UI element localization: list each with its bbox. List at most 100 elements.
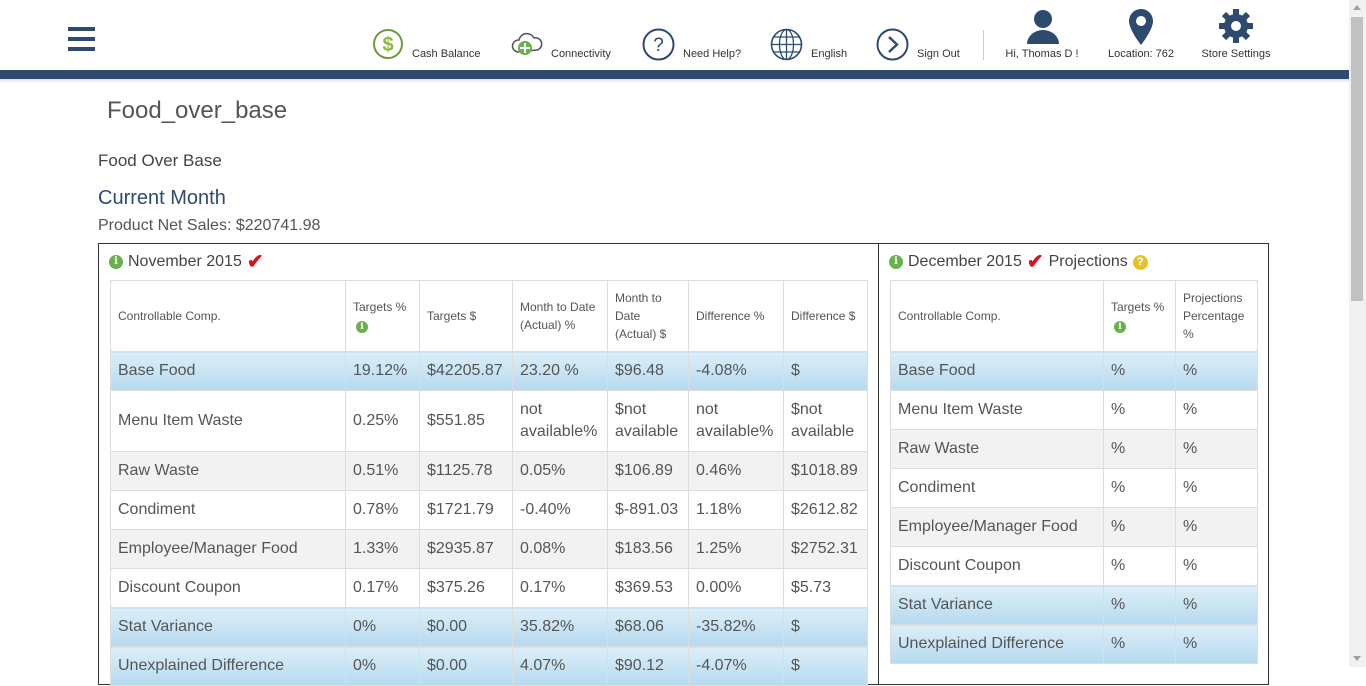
row-label: Discount Coupon bbox=[110, 568, 346, 608]
info-icon[interactable]: i bbox=[889, 255, 903, 269]
info-icon[interactable]: i bbox=[109, 255, 123, 269]
table-cell: % bbox=[1175, 585, 1258, 625]
cash-balance-label: Cash Balance bbox=[412, 48, 481, 60]
store-settings-label: Store Settings bbox=[1201, 48, 1271, 60]
help-button[interactable]: ? Need Help? bbox=[642, 0, 741, 70]
table-cell: $0.00 bbox=[419, 646, 513, 686]
header-shadow bbox=[0, 79, 1349, 83]
table-cell: 0.78% bbox=[345, 490, 420, 530]
food-over-base-table: Controllable Comp. Targets %i Targets $ … bbox=[110, 280, 868, 686]
table-cell: % bbox=[1175, 468, 1258, 508]
projections-panel: i December 2015 ✔ Projections ? Controll… bbox=[878, 243, 1269, 685]
table-row: Base Food%% bbox=[890, 351, 1258, 391]
table-cell: 0.46% bbox=[688, 451, 784, 491]
table-cell: $375.26 bbox=[419, 568, 513, 608]
table-row: Employee/Manager Food%% bbox=[890, 507, 1258, 547]
page-scrollbar[interactable] bbox=[1349, 0, 1366, 667]
svg-text:?: ? bbox=[653, 35, 664, 56]
user-avatar-icon bbox=[1027, 10, 1059, 44]
location-button[interactable]: Location: 762 bbox=[1105, 0, 1177, 70]
table-header-row: Controllable Comp. Targets %i Targets $ … bbox=[110, 280, 868, 352]
table-cell: $369.53 bbox=[607, 568, 689, 608]
table-cell: $not available bbox=[783, 390, 868, 452]
table-cell: $ bbox=[783, 646, 868, 686]
question-icon: ? bbox=[642, 28, 675, 61]
table-cell: $96.48 bbox=[607, 351, 689, 391]
table-cell: $1018.89 bbox=[783, 451, 868, 491]
column-header: Targets $ bbox=[419, 280, 513, 352]
menu-icon[interactable] bbox=[68, 27, 95, 54]
sign-out-label: Sign Out bbox=[917, 48, 960, 60]
panel-title: November 2015 bbox=[128, 253, 242, 270]
current-month-panel: i November 2015 ✔ Controllable Comp. Tar… bbox=[98, 243, 879, 686]
column-header: Month to Date (Actual) % bbox=[512, 280, 608, 352]
cash-balance-button[interactable]: $ Cash Balance bbox=[372, 0, 481, 70]
row-label: Employee/Manager Food bbox=[110, 529, 346, 569]
row-label: Base Food bbox=[890, 351, 1104, 391]
table-cell: 0.00% bbox=[688, 568, 784, 608]
product-net-sales: Product Net Sales: $220741.98 bbox=[98, 217, 320, 235]
table-row: Employee/Manager Food 1.33% $2935.87 0.08% $… bbox=[110, 529, 868, 569]
row-label: Condiment bbox=[110, 490, 346, 530]
row-label: Stat Variance bbox=[110, 607, 346, 647]
checkmark-icon: ✔ bbox=[1026, 251, 1044, 273]
table-row: Raw Waste 0.51% $1125.78 0.05% $106.89 0.46% $… bbox=[110, 451, 868, 491]
location-pin-icon bbox=[1129, 9, 1153, 45]
table-cell: % bbox=[1175, 507, 1258, 547]
table-cell: 23.20 % bbox=[512, 351, 608, 391]
scroll-up-arrow[interactable] bbox=[1353, 5, 1361, 10]
table-cell: not available% bbox=[512, 390, 608, 452]
table-row: Stat Variance%% bbox=[890, 585, 1258, 625]
language-button[interactable]: English bbox=[770, 0, 847, 70]
column-header: Month to Date (Actual) $ bbox=[607, 280, 689, 352]
table-cell: % bbox=[1175, 429, 1258, 469]
table-cell: $1125.78 bbox=[419, 451, 513, 491]
info-icon[interactable]: i bbox=[1114, 321, 1126, 333]
help-icon[interactable]: ? bbox=[1132, 254, 1148, 270]
panel-subtitle: Projections bbox=[1048, 253, 1128, 270]
user-menu[interactable]: Hi, Thomas D ! bbox=[1003, 0, 1081, 70]
help-label: Need Help? bbox=[683, 48, 742, 60]
table-cell: 4.07% bbox=[512, 646, 608, 686]
net-sales-value: $220741.98 bbox=[235, 217, 321, 234]
table-row: Unexplained Difference 0% $0.00 4.07% $90.12… bbox=[110, 646, 868, 686]
table-cell: $68.06 bbox=[607, 607, 689, 647]
row-label: Base Food bbox=[110, 351, 346, 391]
scroll-thumb[interactable] bbox=[1351, 17, 1363, 301]
location-label: Location: 762 bbox=[1107, 48, 1175, 60]
table-header-row: Controllable Comp. Targets %i Projection… bbox=[890, 280, 1258, 352]
table-row: Discount Coupon 0.17% $375.26 0.17% $369.53 0… bbox=[110, 568, 868, 608]
table-cell: $90.12 bbox=[607, 646, 689, 686]
table-cell: $2612.82 bbox=[783, 490, 868, 530]
table-cell: not available% bbox=[688, 390, 784, 452]
table-row: Base Food 19.12% $42205.87 23.20 % $96.48 -4.… bbox=[110, 351, 868, 391]
connectivity-label: Connectivity bbox=[551, 48, 611, 60]
table-cell: % bbox=[1103, 585, 1176, 625]
table-cell: $183.56 bbox=[607, 529, 689, 569]
table-cell: $2752.31 bbox=[783, 529, 868, 569]
column-header: Targets %i bbox=[345, 280, 420, 352]
row-label: Unexplained Difference bbox=[110, 646, 346, 686]
table-cell: $5.73 bbox=[783, 568, 868, 608]
connectivity-button[interactable]: Connectivity bbox=[510, 0, 611, 70]
table-cell: % bbox=[1103, 390, 1176, 430]
table-cell: $1721.79 bbox=[419, 490, 513, 530]
info-icon[interactable]: i bbox=[356, 321, 368, 333]
row-label: Employee/Manager Food bbox=[890, 507, 1104, 547]
table-cell: -35.82% bbox=[688, 607, 784, 647]
table-row: Discount Coupon%% bbox=[890, 546, 1258, 586]
panel-header: i December 2015 ✔ Projections ? bbox=[889, 251, 1148, 273]
sign-out-button[interactable]: Sign Out bbox=[876, 0, 960, 70]
table-cell: -0.40% bbox=[512, 490, 608, 530]
table-cell: % bbox=[1103, 624, 1176, 664]
store-settings-button[interactable]: Store Settings bbox=[1200, 0, 1272, 70]
nav-divider bbox=[983, 30, 984, 60]
table-row: Unexplained Difference%% bbox=[890, 624, 1258, 664]
table-row: Raw Waste%% bbox=[890, 429, 1258, 469]
table-cell: 0.51% bbox=[345, 451, 420, 491]
scroll-down-arrow[interactable] bbox=[1353, 656, 1361, 661]
user-greeting: Hi, Thomas D ! bbox=[1005, 48, 1079, 60]
table-cell: $551.85 bbox=[419, 390, 513, 452]
table-row: Condiment 0.78% $1721.79 -0.40% $-891.03 1.18… bbox=[110, 490, 868, 530]
table-cell: -4.07% bbox=[688, 646, 784, 686]
